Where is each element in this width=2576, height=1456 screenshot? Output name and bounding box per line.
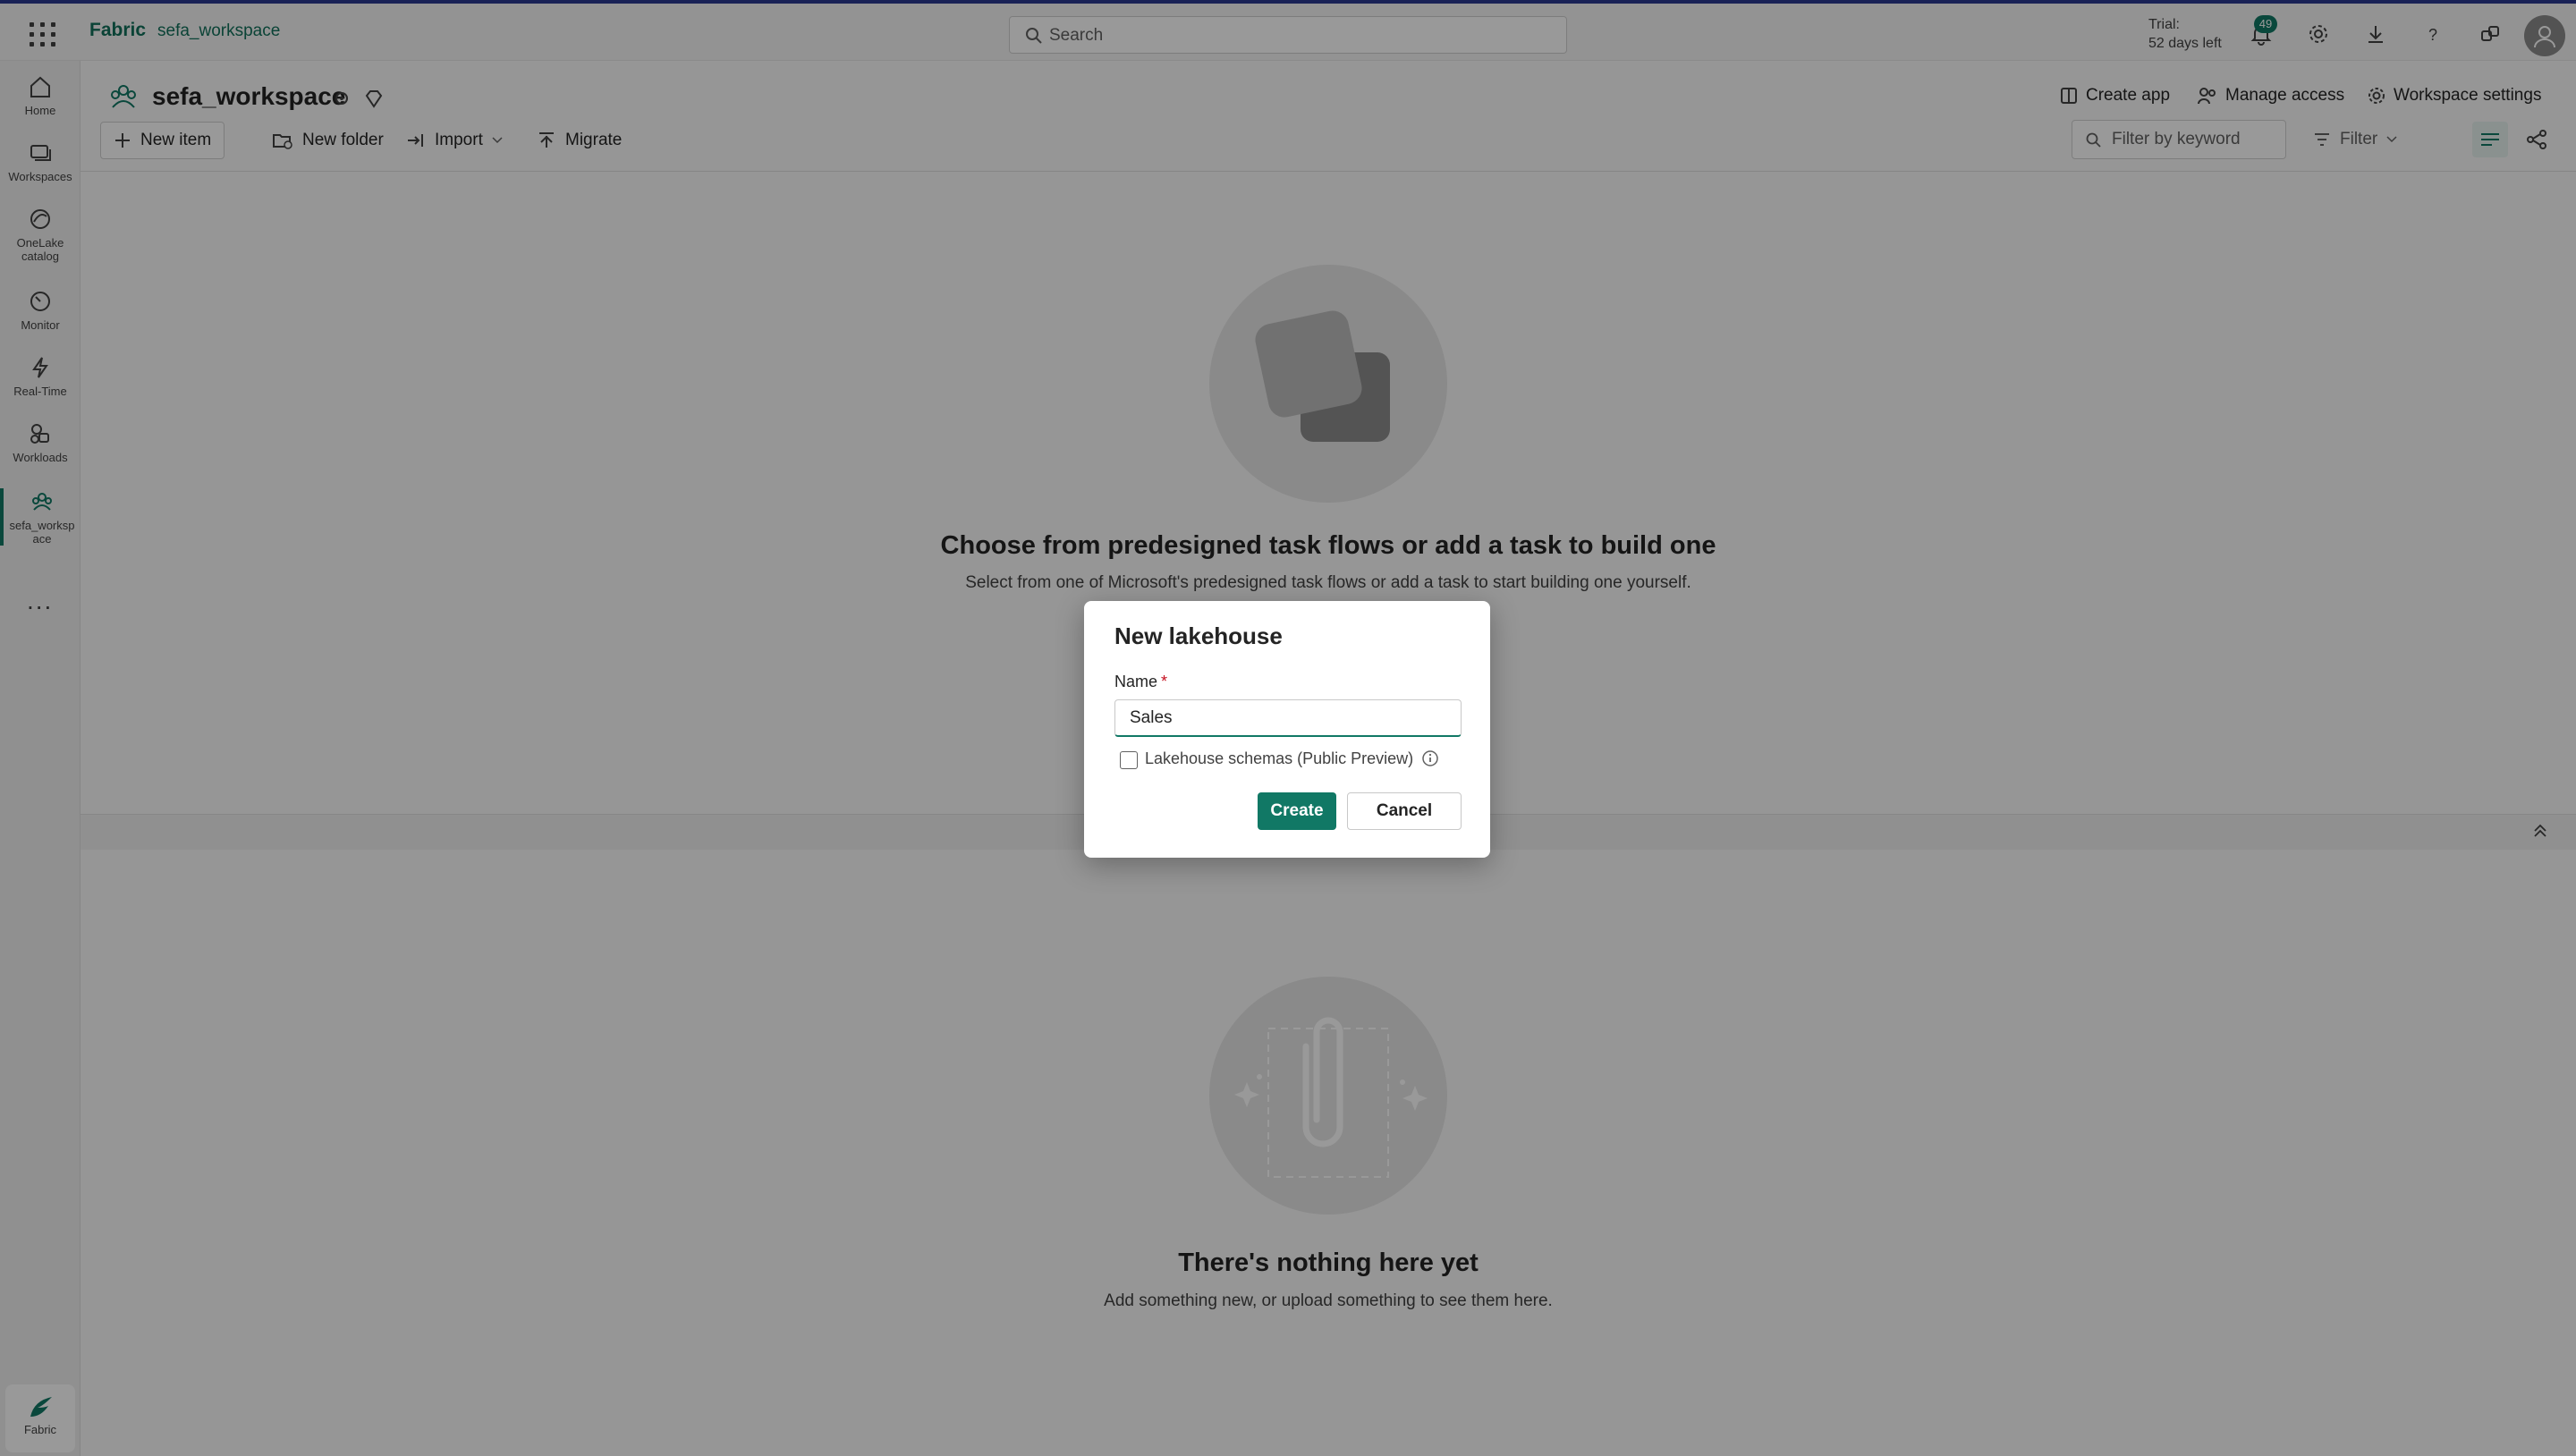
name-label-text: Name (1114, 673, 1158, 690)
create-button[interactable]: Create (1258, 792, 1336, 830)
lakehouse-schemas-label[interactable]: Lakehouse schemas (Public Preview) (1145, 749, 1413, 768)
required-asterisk: * (1161, 673, 1168, 690)
new-lakehouse-dialog: New lakehouse Name * Sales Lakehouse sche… (1084, 601, 1490, 858)
cancel-button[interactable]: Cancel (1347, 792, 1462, 830)
lakehouse-name-input[interactable]: Sales (1114, 699, 1462, 737)
dialog-title: New lakehouse (1114, 622, 1283, 649)
name-field-label: Name * (1114, 673, 1167, 691)
info-icon[interactable] (1420, 749, 1440, 768)
lakehouse-schemas-checkbox[interactable] (1120, 751, 1138, 769)
